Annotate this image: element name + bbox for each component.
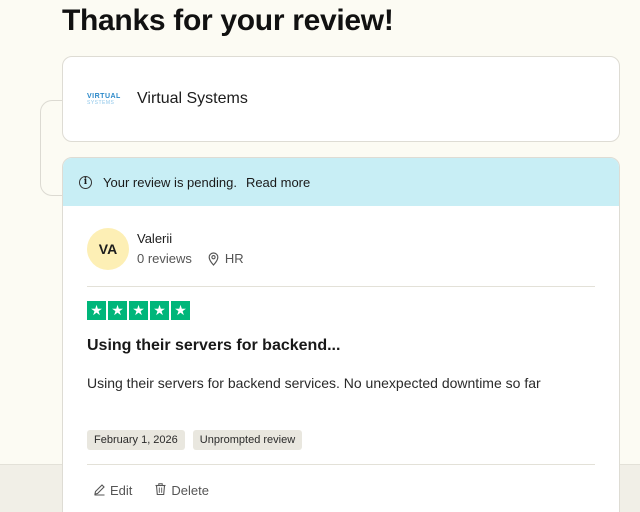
pending-text: Your review is pending. <box>103 174 237 190</box>
date-tag: February 1, 2026 <box>87 430 185 450</box>
read-more-link[interactable]: Read more <box>246 175 310 190</box>
star-icon: ★ <box>87 301 106 320</box>
divider <box>87 464 595 465</box>
location-pin-icon <box>208 251 219 266</box>
trash-icon <box>154 482 167 499</box>
divider <box>87 286 595 287</box>
review-actions: Edit Delete <box>93 482 209 499</box>
delete-button[interactable]: Delete <box>154 482 209 499</box>
edit-button[interactable]: Edit <box>93 482 132 499</box>
company-logo: VIRTUAL SYSTEMS <box>87 92 121 106</box>
delete-label: Delete <box>171 483 209 498</box>
reviewer-info: VA Valerii 0 reviews HR <box>87 228 244 270</box>
star-icon: ★ <box>171 301 190 320</box>
edit-label: Edit <box>110 483 133 498</box>
unprompted-tag: Unprompted review <box>192 430 303 450</box>
review-count: 0 reviews <box>137 251 192 266</box>
pending-banner: i Your review is pending. Read more <box>63 158 619 206</box>
review-tags: February 1, 2026 Unprompted review <box>87 430 303 450</box>
company-card[interactable]: VIRTUAL SYSTEMS Virtual Systems <box>62 56 620 142</box>
star-icon: ★ <box>129 301 148 320</box>
star-rating: ★ ★ ★ ★ ★ <box>87 301 190 320</box>
info-icon: i <box>79 175 92 189</box>
star-icon: ★ <box>150 301 169 320</box>
review-title: Using their servers for backend... <box>87 337 341 354</box>
pencil-icon <box>93 483 106 499</box>
reviewer-name: Valerii <box>137 231 173 246</box>
avatar: VA <box>87 228 129 270</box>
page-title: Thanks for your review! <box>62 4 394 37</box>
star-icon: ★ <box>108 301 127 320</box>
reviewer-country: HR <box>224 251 244 266</box>
company-name: Virtual Systems <box>137 90 248 107</box>
review-card: i Your review is pending. Read more VA V… <box>62 157 620 512</box>
review-body: Using their servers for backend services… <box>87 375 541 391</box>
